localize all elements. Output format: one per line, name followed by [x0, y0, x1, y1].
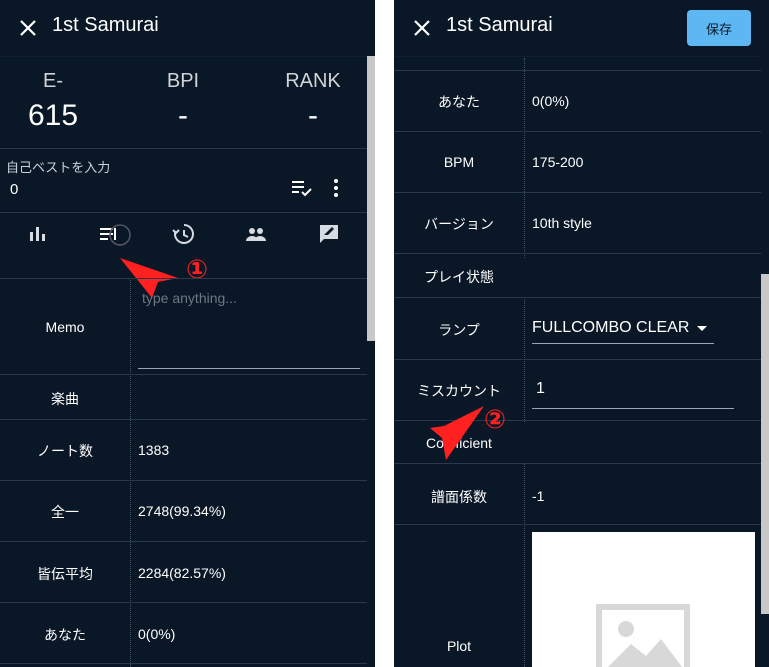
- divider: [394, 253, 761, 254]
- divider: [394, 192, 761, 193]
- column-divider: [524, 58, 525, 258]
- divider: [0, 278, 367, 279]
- memo-label: Memo: [45, 319, 85, 335]
- people-icon[interactable]: [244, 222, 268, 246]
- stat-value: -: [178, 99, 188, 132]
- row-value: 10th style: [532, 215, 592, 231]
- divider: [394, 131, 761, 132]
- fumen-value: -1: [532, 488, 545, 504]
- memo-underline: [138, 368, 360, 369]
- plot-image: [532, 532, 755, 667]
- plot-label: Plot: [446, 638, 472, 654]
- divider: [0, 663, 367, 664]
- annotation-arrow-2: [430, 406, 484, 460]
- scrollbar-thumb[interactable]: [761, 274, 769, 614]
- best-input-value[interactable]: 0: [10, 181, 18, 198]
- history-icon[interactable]: [171, 222, 195, 246]
- annotation-label-2: ②: [484, 404, 507, 434]
- column-divider: [130, 280, 131, 667]
- lamp-underline: [532, 343, 714, 344]
- top-bar: 1st Samurai 保存: [394, 0, 769, 57]
- more-vert-icon[interactable]: [326, 176, 346, 200]
- divider: [394, 297, 761, 298]
- fumen-label: 譜面係数: [431, 489, 487, 505]
- image-placeholder-icon: [596, 604, 690, 667]
- row-label: あなた: [438, 94, 480, 110]
- divider: [0, 480, 367, 481]
- song-info-tab-icon[interactable]: [98, 222, 134, 248]
- rate-review-icon[interactable]: [317, 222, 341, 246]
- bar-chart-icon[interactable]: [26, 222, 50, 246]
- column-divider: [524, 463, 525, 667]
- song-title: 1st Samurai: [446, 14, 553, 36]
- divider: [0, 212, 367, 213]
- divider: [394, 70, 761, 71]
- divider: [0, 602, 367, 603]
- row-value: 1383: [138, 442, 170, 458]
- misscount-label: ミスカウント: [417, 383, 501, 399]
- stat-label: E-: [43, 70, 63, 92]
- divider: [394, 524, 761, 525]
- stat-e: E- 615: [8, 70, 98, 133]
- playlist-check-icon[interactable]: [289, 176, 313, 200]
- row-label: 全一: [51, 504, 79, 520]
- stat-label: RANK: [285, 70, 341, 92]
- right-panel: 1st Samurai 保存 あなた 0(0%) BPM 175-200 バージ…: [394, 0, 769, 667]
- row-label: BPM: [443, 154, 475, 170]
- lamp-select[interactable]: FULLCOMBO CLEAR: [532, 319, 689, 337]
- dropdown-arrow-icon[interactable]: [696, 323, 708, 335]
- row-value: 0(0%): [138, 626, 176, 642]
- best-input-label: 自己ベストを入力: [6, 160, 111, 175]
- misscount-underline: [532, 408, 734, 409]
- row-value: 0(0%): [532, 93, 570, 109]
- stat-bpi: BPI -: [138, 70, 228, 133]
- stat-rank: RANK -: [268, 70, 358, 133]
- scrollbar[interactable]: [367, 56, 375, 667]
- divider: [0, 148, 367, 149]
- row-label: ノート数: [37, 443, 93, 459]
- scrollbar-thumb[interactable]: [367, 56, 375, 341]
- top-bar: 1st Samurai: [0, 0, 375, 57]
- divider: [0, 541, 367, 542]
- row-label: バージョン: [424, 216, 494, 232]
- close-icon[interactable]: [16, 16, 40, 40]
- stat-value: -: [308, 99, 318, 132]
- row-value: 2748(99.34%): [138, 503, 226, 519]
- row-label: 皆伝平均: [37, 566, 93, 582]
- row-value: 2284(82.57%): [138, 565, 226, 581]
- divider: [0, 374, 367, 375]
- section-song: 楽曲: [51, 391, 79, 407]
- left-panel: 1st Samurai E- 615 BPI - RANK - 自己ベストを入力…: [0, 0, 375, 667]
- lamp-label: ランプ: [438, 322, 480, 338]
- divider: [394, 463, 761, 464]
- misscount-input[interactable]: 1: [536, 380, 545, 398]
- stat-value: 615: [27, 99, 79, 132]
- row-label: あなた: [44, 627, 86, 643]
- row-value: 175-200: [532, 154, 584, 170]
- song-title: 1st Samurai: [52, 14, 159, 36]
- section-play-status: プレイ状態: [424, 269, 494, 285]
- close-icon[interactable]: [410, 16, 434, 40]
- divider: [0, 419, 367, 420]
- save-button[interactable]: 保存: [687, 10, 751, 46]
- stat-label: BPI: [166, 70, 200, 92]
- memo-input[interactable]: type anything...: [142, 290, 237, 306]
- annotation-label-1: ①: [186, 254, 209, 284]
- scrollbar[interactable]: [761, 56, 769, 667]
- divider: [394, 359, 761, 360]
